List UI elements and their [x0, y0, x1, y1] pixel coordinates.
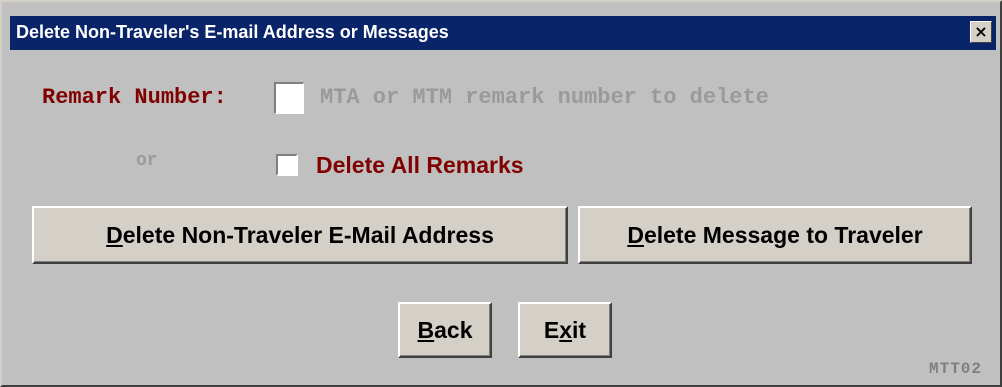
back-button[interactable]: Back [398, 302, 492, 358]
delete-all-remarks-label[interactable]: Delete All Remarks [316, 152, 524, 179]
remark-number-label: Remark Number: [42, 85, 227, 110]
button-label: elete Message to Traveler [643, 222, 923, 248]
button-label-start: E [543, 317, 560, 343]
or-label: or [136, 151, 158, 171]
button-label: ack [434, 317, 473, 343]
accel-key: D [106, 222, 123, 248]
accel-key: D [627, 222, 644, 248]
delete-all-remarks-checkbox[interactable] [276, 154, 298, 176]
accel-key: x [559, 317, 573, 343]
close-button[interactable]: × [970, 21, 992, 43]
window-title: Delete Non-Traveler's E-mail Address or … [16, 22, 449, 42]
delete-non-traveler-email-button[interactable]: Delete Non-Traveler E-Mail Address [32, 206, 568, 264]
remark-number-input[interactable] [274, 82, 304, 114]
close-icon: × [974, 22, 988, 41]
remark-number-hint: MTA or MTM remark number to delete [320, 85, 769, 110]
delete-message-to-traveler-button[interactable]: Delete Message to Traveler [578, 206, 972, 264]
button-label: elete Non-Traveler E-Mail Address [122, 222, 494, 248]
title-bar: Delete Non-Traveler's E-mail Address or … [10, 16, 996, 50]
accel-key: B [417, 317, 435, 343]
button-label: it [572, 317, 587, 343]
screen-code: MTT02 [928, 360, 982, 378]
exit-button[interactable]: Exit [518, 302, 612, 358]
dialog-window: Delete Non-Traveler's E-mail Address or … [0, 0, 1002, 387]
